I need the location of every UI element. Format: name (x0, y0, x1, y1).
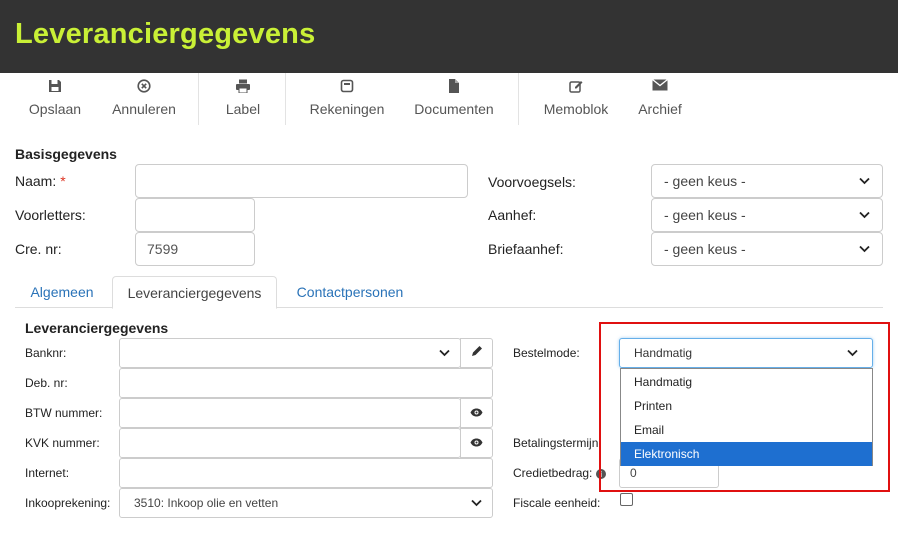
save-button[interactable]: Opslaan (20, 73, 90, 127)
internet-input[interactable] (119, 458, 493, 488)
crenr-label: Cre. nr: (15, 241, 62, 257)
bestelmode-label: Bestelmode: (513, 346, 580, 360)
cancel-button[interactable]: Annuleren (106, 73, 182, 127)
eye-icon (470, 434, 483, 452)
page-title: Leveranciergegevens (15, 18, 316, 50)
print-icon (214, 79, 272, 95)
toolbar-divider (285, 73, 286, 125)
inkoop-select[interactable]: 3510: Inkoop olie en vetten (119, 488, 493, 518)
archief-button-label: Archief (638, 101, 682, 117)
aanhef-value: - geen keus - (664, 207, 746, 223)
betalingstermijn-label: Betalingstermijn (513, 436, 599, 450)
archief-button[interactable]: Archief (630, 73, 690, 127)
kvk-view-button[interactable] (460, 428, 493, 458)
aanhef-select[interactable]: - geen keus - (651, 198, 883, 232)
naam-label: Naam: * (15, 173, 66, 189)
invoice-icon (302, 79, 392, 95)
chevron-down-icon (471, 496, 482, 510)
chevron-down-icon (858, 209, 870, 221)
fiscale-checkbox[interactable] (620, 493, 633, 506)
briefaanhef-label: Briefaanhef: (488, 241, 564, 257)
toolbar: Opslaan Annuleren Label Rekeningen Docum… (0, 73, 898, 127)
voorvoegsels-label: Voorvoegsels: (488, 174, 576, 190)
inkoop-value: 3510: Inkoop olie en vetten (134, 496, 279, 510)
aanhef-label: Aanhef: (488, 207, 537, 223)
crenr-input[interactable]: 7599 (135, 232, 255, 266)
envelope-icon (630, 79, 690, 95)
kvk-input[interactable] (119, 428, 461, 458)
label-button-label: Label (225, 101, 261, 117)
internet-label: Internet: (25, 466, 70, 480)
kvk-label: KVK nummer: (25, 436, 100, 450)
kredietbedrag-label: Credietbedrag: (513, 466, 593, 480)
toolbar-divider (518, 73, 519, 125)
chevron-down-icon (439, 346, 450, 360)
rekeningen-button[interactable]: Rekeningen (302, 73, 392, 127)
voorletters-label: Voorletters: (15, 207, 86, 223)
basisgegevens-heading: Basisgegevens (15, 146, 117, 162)
banknr-label: Banknr: (25, 346, 67, 360)
tab-bar: Algemeen Leveranciergegevens Contactpers… (15, 276, 883, 309)
naam-label-text: Naam: (15, 173, 57, 189)
banknr-edit-button[interactable] (460, 338, 493, 368)
document-icon (408, 79, 500, 95)
tab-algemeen[interactable]: Algemeen (15, 276, 109, 308)
voorvoegsels-value: - geen keus - (664, 173, 746, 189)
memoblok-button[interactable]: Memoblok (537, 73, 615, 127)
btw-input[interactable] (119, 398, 461, 428)
btw-label: BTW nummer: (25, 406, 103, 420)
debnr-input[interactable] (119, 368, 493, 398)
tab-leveranciergegevens[interactable]: Leveranciergegevens (112, 276, 277, 309)
btw-view-button[interactable] (460, 398, 493, 428)
memoblok-button-label: Memoblok (543, 101, 609, 117)
save-button-label: Opslaan (28, 101, 82, 117)
fiscale-label: Fiscale eenheid: (513, 496, 601, 510)
label-button[interactable]: Label (214, 73, 272, 127)
voorletters-input[interactable] (135, 198, 255, 232)
rekeningen-button-label: Rekeningen (309, 101, 385, 117)
required-mark: * (60, 173, 66, 189)
banknr-select[interactable] (119, 338, 461, 368)
toolbar-divider (198, 73, 199, 125)
briefaanhef-value: - geen keus - (664, 241, 746, 257)
edit-icon (537, 79, 615, 95)
debnr-label: Deb. nr: (25, 376, 68, 390)
naam-input[interactable] (135, 164, 468, 198)
chevron-down-icon (858, 175, 870, 187)
briefaanhef-select[interactable]: - geen keus - (651, 232, 883, 266)
save-icon (20, 79, 90, 95)
documenten-button[interactable]: Documenten (408, 73, 500, 127)
eye-icon (470, 404, 483, 422)
documenten-button-label: Documenten (414, 101, 494, 117)
pencil-icon (471, 344, 483, 362)
title-bar: Leveranciergegevens (0, 0, 898, 73)
tab-contactpersonen[interactable]: Contactpersonen (280, 276, 420, 308)
voorvoegsels-select[interactable]: - geen keus - (651, 164, 883, 198)
cancel-button-label: Annuleren (112, 101, 176, 117)
leveranciergegevens-heading: Leveranciergegevens (25, 320, 169, 336)
chevron-down-icon (858, 243, 870, 255)
cancel-circle-icon (106, 79, 182, 95)
inkoop-label: Inkooprekening: (25, 496, 111, 510)
highlight-box (599, 322, 890, 492)
